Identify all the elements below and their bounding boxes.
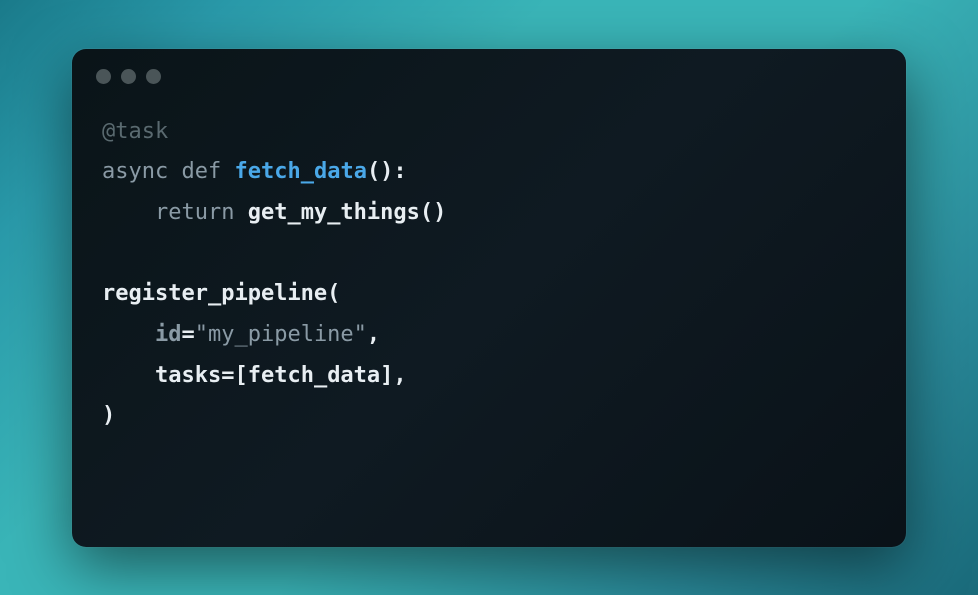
open-bracket: [ <box>234 363 247 388</box>
param-id: id <box>155 322 182 347</box>
traffic-lights <box>72 49 906 84</box>
comma: , <box>393 363 406 388</box>
indent <box>102 322 155 347</box>
code-line-5: id="my_pipeline", <box>102 315 876 356</box>
code-content: @task async def fetch_data(): return get… <box>72 84 906 466</box>
parentheses: (): <box>367 159 407 184</box>
code-line-7: ) <box>102 396 876 437</box>
code-window: @task async def fetch_data(): return get… <box>72 49 906 547</box>
code-line-6: tasks=[fetch_data], <box>102 356 876 397</box>
comma: , <box>367 322 380 347</box>
string-value: "my_pipeline" <box>195 322 367 347</box>
function-name: fetch_data <box>234 159 366 184</box>
code-line-4: register_pipeline( <box>102 274 876 315</box>
indent <box>102 363 155 388</box>
blank-line <box>102 234 876 275</box>
function-name: register_pipeline <box>102 281 327 306</box>
indent <box>102 200 155 225</box>
decorator: @task <box>102 119 168 144</box>
code-line-1: @task <box>102 112 876 153</box>
keyword-def: def <box>181 159 221 184</box>
equals: = <box>181 322 194 347</box>
equals: = <box>221 363 234 388</box>
traffic-light-close[interactable] <box>96 69 111 84</box>
traffic-light-maximize[interactable] <box>146 69 161 84</box>
close-paren: ) <box>102 403 115 428</box>
traffic-light-minimize[interactable] <box>121 69 136 84</box>
list-value: fetch_data <box>248 363 380 388</box>
code-line-2: async def fetch_data(): <box>102 152 876 193</box>
keyword-return: return <box>155 200 234 225</box>
code-line-3: return get_my_things() <box>102 193 876 234</box>
keyword-async: async <box>102 159 168 184</box>
close-bracket: ] <box>380 363 393 388</box>
function-call: get_my_things() <box>248 200 447 225</box>
open-paren: ( <box>327 281 340 306</box>
param-tasks: tasks <box>155 363 221 388</box>
